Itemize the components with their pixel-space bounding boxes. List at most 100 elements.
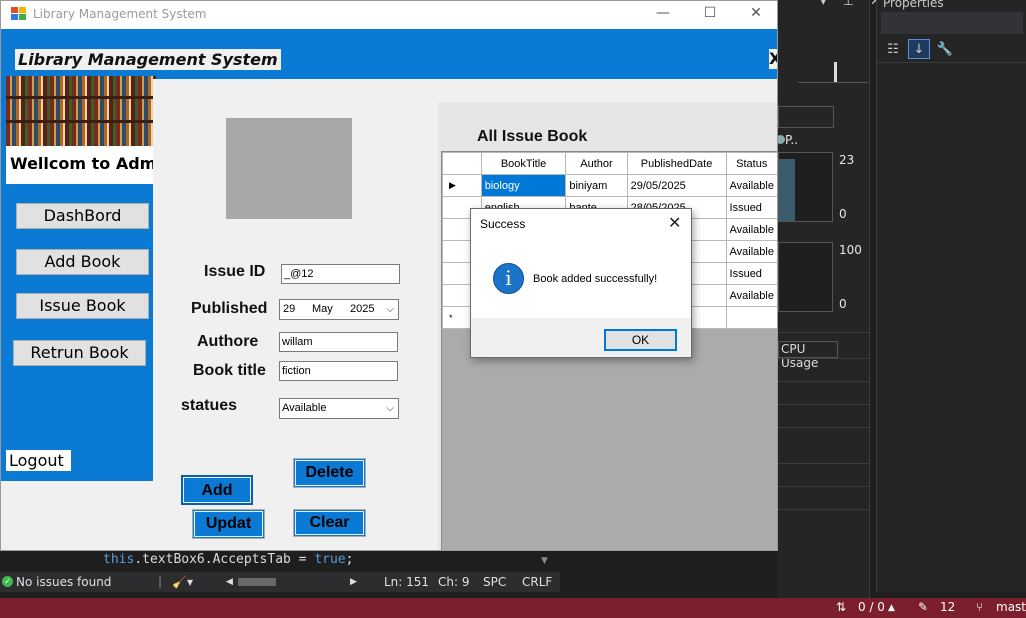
close-icon[interactable]: ✕ (668, 213, 681, 233)
column-header-booktitle[interactable]: BookTitle (480, 152, 567, 175)
code-line[interactable]: this.textBox6.AcceptsTab = true; (103, 552, 353, 567)
properties-panel: Properties ☷ ↓ 🔧 (876, 0, 1026, 592)
pencil-icon: ✎ (918, 600, 929, 614)
editor-status-bar: ✓ No issues found | 🧹▾ ◀ ▶ Ln: 151 Ch: 9… (0, 572, 560, 592)
scroll-left-icon[interactable]: ◀ (226, 577, 233, 587)
published-year: 2025 (350, 303, 375, 315)
window-title: Library Management System (33, 7, 207, 21)
chevron-down-icon[interactable]: ⌵ (386, 399, 394, 418)
dialog-message: Book added successfully! (533, 273, 658, 285)
changes-count[interactable]: 12 (940, 600, 955, 614)
grid-corner-cell[interactable] (442, 152, 482, 175)
minimize-icon[interactable]: — (653, 5, 673, 23)
close-icon[interactable]: ✕ (746, 5, 766, 23)
ok-button[interactable]: OK (604, 329, 677, 351)
grid-title: All Issue Book (477, 128, 588, 145)
authore-label: Authore (197, 333, 259, 350)
up-arrow-icon: ▲ (888, 603, 895, 613)
table-cell[interactable]: Available (725, 218, 777, 241)
table-cell[interactable]: biology (480, 174, 567, 197)
add-book-button[interactable]: Add Book (16, 249, 149, 275)
cpu-usage-tab[interactable]: CPU Usage (778, 341, 838, 370)
issue-book-button[interactable]: Issue Book (16, 293, 149, 319)
cpu-graph (778, 242, 833, 312)
vs-status-bar: ⇅ 0 / 0 ▲ ✎ 12 ⑂ maste (0, 598, 1026, 618)
table-cell[interactable]: biniyam (565, 174, 628, 197)
table-cell[interactable]: 29/05/2025 (626, 174, 727, 197)
book-photo (226, 118, 352, 219)
divider (778, 358, 870, 359)
welcome-label: Wellcom to Admin (6, 146, 153, 184)
grid-header-row: BookTitle Author PublishedDate Status (442, 152, 777, 175)
property-pages-icon[interactable]: 🔧 (935, 40, 955, 58)
app-close-button[interactable]: X (769, 49, 777, 69)
add-button[interactable]: Add (181, 475, 253, 505)
app-title: Library Management System (15, 49, 281, 70)
memory-graph (778, 152, 833, 222)
process-legend: P.. (776, 133, 798, 147)
divider (778, 404, 870, 405)
separator: | (158, 574, 163, 588)
broom-icon[interactable]: 🧹▾ (172, 575, 193, 589)
divider (778, 463, 870, 464)
book-title-field[interactable]: fiction (279, 361, 398, 381)
branch-icon: ⑂ (976, 600, 984, 614)
statues-select[interactable]: Available ⌵ (279, 398, 399, 419)
table-cell[interactable]: Available (725, 284, 777, 307)
table-cell[interactable]: Issued (725, 196, 777, 219)
current-row-icon[interactable]: ▶ (442, 174, 482, 197)
memory-max-value: 23 (839, 153, 855, 167)
divider (877, 62, 1026, 63)
return-book-button[interactable]: Retrun Book (13, 340, 146, 366)
published-day: 29 (283, 303, 296, 315)
line-number[interactable]: Ln: 151 (384, 575, 429, 589)
delete-button[interactable]: Delete (293, 458, 366, 488)
column-header-status[interactable]: Status (725, 152, 777, 175)
alphabetical-icon[interactable]: ↓ (908, 39, 930, 59)
properties-title: Properties (883, 0, 944, 10)
column-header-publisheddate[interactable]: PublishedDate (626, 152, 727, 175)
window-titlebar[interactable]: Library Management System — ☐ ✕ (1, 1, 777, 29)
scroll-right-icon[interactable]: ▶ (350, 577, 357, 587)
issue-id-label: Issue ID (204, 263, 266, 280)
app-icon (11, 7, 26, 20)
issue-id-field[interactable]: _@12 (281, 264, 400, 284)
git-arrows-icon[interactable]: ⇅ (836, 600, 846, 614)
info-icon: i (493, 263, 524, 294)
published-month: May (312, 303, 333, 315)
issues-status[interactable]: No issues found (16, 575, 111, 589)
indent-mode[interactable]: SPC (483, 575, 506, 589)
chevron-down-icon[interactable]: ⌵ (386, 300, 394, 319)
clear-button[interactable]: Clear (293, 509, 366, 537)
published-date-picker[interactable]: 29 May 2025 ⌵ (279, 299, 399, 320)
table-cell[interactable]: Available (725, 240, 777, 263)
scroll-down-icon[interactable]: ▼ (541, 556, 548, 566)
table-cell[interactable]: Available (725, 174, 777, 197)
cpu-max-value: 100 (839, 243, 862, 257)
divider (778, 427, 870, 428)
dialog-title: Success (480, 217, 526, 231)
update-button[interactable]: Updat (192, 509, 265, 539)
categorized-icon[interactable]: ☷ (883, 40, 903, 58)
properties-object-select[interactable] (881, 12, 1023, 34)
table-cell[interactable]: Issued (725, 262, 777, 285)
divider (778, 381, 870, 382)
authore-field[interactable]: willam (279, 332, 398, 352)
statues-label: statues (181, 397, 238, 414)
branch-name[interactable]: maste (996, 600, 1026, 614)
horizontal-scrollbar[interactable] (238, 578, 276, 586)
dashboard-button[interactable]: DashBord (16, 203, 149, 229)
table-cell[interactable] (725, 306, 777, 329)
git-counts[interactable]: 0 / 0 (858, 600, 885, 614)
table-row[interactable]: ▶ biology biniyam 29/05/2025 Available (442, 174, 777, 197)
maximize-icon[interactable]: ☐ (700, 5, 720, 23)
column-number[interactable]: Ch: 9 (438, 575, 469, 589)
dialog-footer: OK (471, 318, 691, 357)
logout-button[interactable]: Logout (6, 450, 71, 471)
book-title-label: Book title (193, 362, 266, 379)
divider (778, 332, 870, 333)
divider (778, 509, 870, 510)
column-header-author[interactable]: Author (565, 152, 628, 175)
check-icon: ✓ (2, 576, 13, 587)
line-endings[interactable]: CRLF (522, 575, 552, 589)
